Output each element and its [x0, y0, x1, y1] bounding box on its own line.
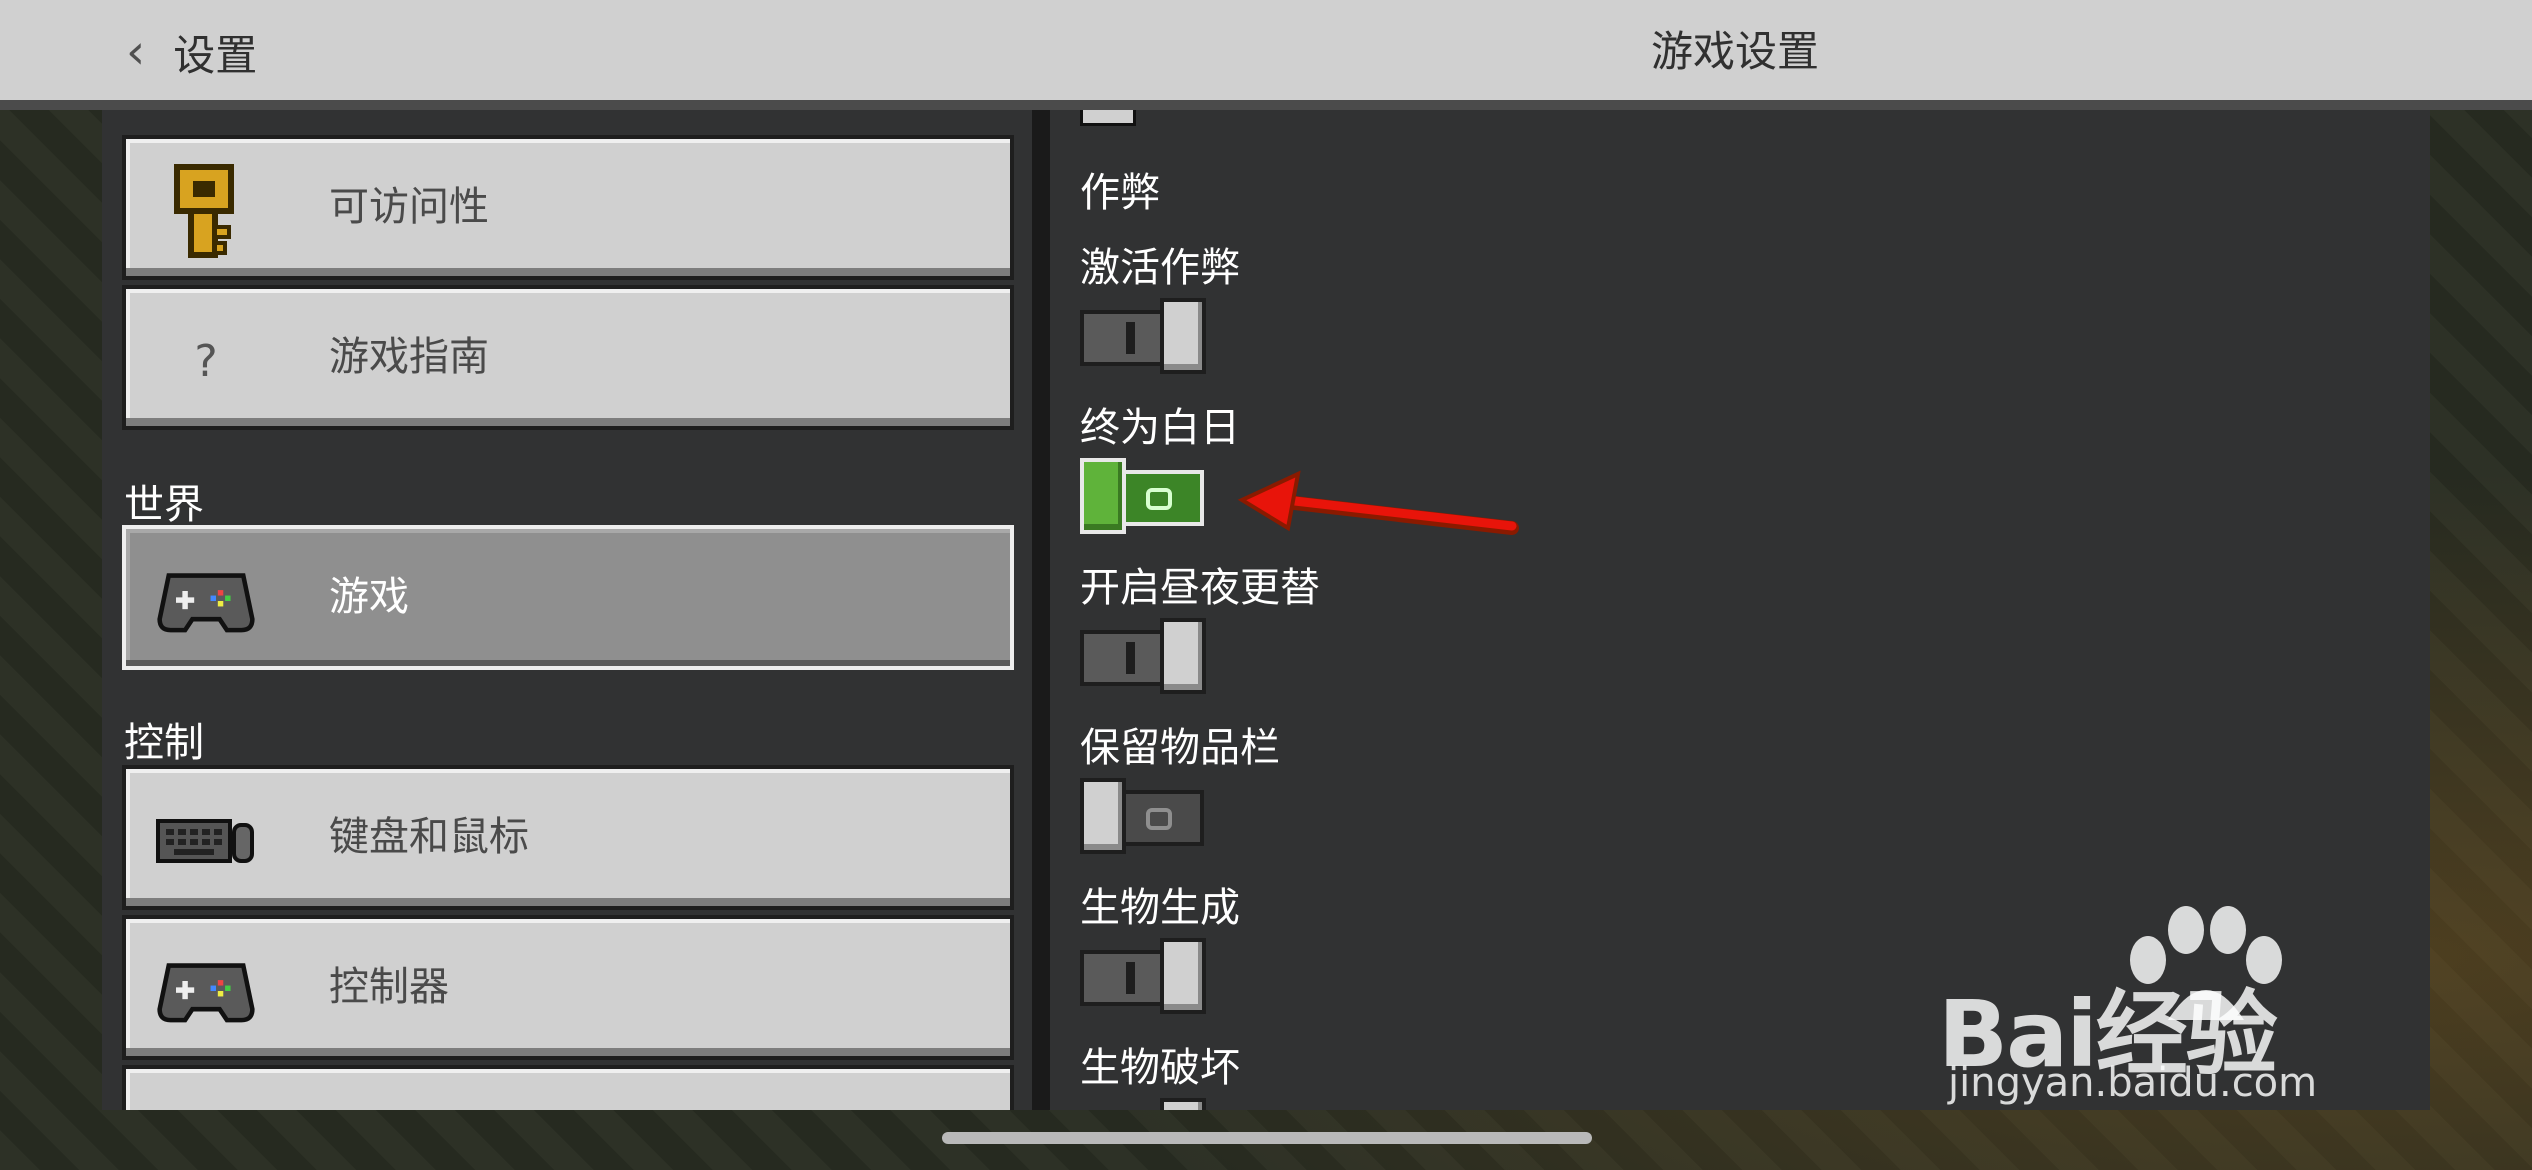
toggle-knob [1160, 1098, 1206, 1110]
question-glyph: ? [194, 335, 218, 387]
toggle-always-day[interactable] [1080, 458, 1210, 534]
toggle-knob [1160, 298, 1206, 374]
controller-icon [156, 941, 256, 1041]
toggle-mob-griefing[interactable] [1080, 1098, 1210, 1110]
question-icon: ? [156, 311, 256, 411]
sidebar-item-partial[interactable] [122, 1065, 1014, 1110]
toggle-label-keep-inventory: 保留物品栏 [1080, 725, 1280, 771]
home-indicator[interactable] [942, 1132, 1592, 1144]
section-title-controls: 控制 [124, 720, 204, 766]
toggle-daylight-cycle[interactable] [1080, 618, 1210, 694]
back-button[interactable]: ‹ 设置 [126, 22, 257, 82]
back-label: 设置 [173, 30, 258, 80]
top-bar: ‹ 设置 游戏设置 [0, 0, 2532, 110]
sidebar-item-controller[interactable]: 控制器 [122, 915, 1014, 1060]
toggle-circle [1146, 808, 1172, 830]
settings-sidebar[interactable]: 可访问性 ? 游戏指南 世界 游戏 控制 键盘和鼠标 控制器 [102, 110, 1032, 1110]
toggle-mark [1126, 642, 1135, 674]
annotation-arrow [1237, 470, 1519, 535]
toggle-label-activate-cheats: 激活作弊 [1080, 245, 1240, 291]
watermark-url: jingyan.baidu.com [1948, 1060, 2318, 1106]
section-title-world: 世界 [124, 482, 204, 528]
toggle-mark [1126, 322, 1135, 354]
sidebar-item-keyboard-mouse[interactable]: 键盘和鼠标 [122, 765, 1014, 910]
toggle-knob [1080, 778, 1126, 854]
toggle-knob [1080, 458, 1126, 534]
toggle-label-daylight-cycle: 开启昼夜更替 [1080, 565, 1320, 611]
sidebar-item-label: 控制器 [329, 964, 449, 1010]
toggle-label-mob-griefing: 生物破坏 [1080, 1045, 1240, 1091]
toggle-mob-spawning[interactable] [1080, 938, 1210, 1014]
sidebar-item-label: 游戏 [329, 574, 409, 620]
page-title: 游戏设置 [1650, 27, 1819, 76]
toggle-knob [1160, 618, 1206, 694]
chevron-left-icon: ‹ [126, 24, 146, 80]
gamepad-icon [156, 551, 256, 651]
panel-divider [1032, 110, 1050, 1110]
sidebar-item-accessibility[interactable]: 可访问性 [122, 135, 1014, 280]
toggle-keep-inventory[interactable] [1080, 778, 1210, 854]
sidebar-item-label: 可访问性 [329, 184, 489, 230]
key-icon [156, 161, 256, 261]
toggle-mark [1126, 962, 1135, 994]
section-title-cheats: 作弊 [1080, 170, 1160, 216]
toggle-label-always-day: 终为白日 [1080, 405, 1240, 451]
toggle-label-mob-spawning: 生物生成 [1080, 885, 1240, 931]
toggle-knob [1160, 938, 1206, 1014]
sidebar-item-game-guide[interactable]: ? 游戏指南 [122, 285, 1014, 430]
keyboard-mouse-icon [156, 791, 256, 891]
toggle-circle [1146, 488, 1172, 510]
sidebar-item-game[interactable]: 游戏 [122, 525, 1014, 670]
sidebar-item-label: 游戏指南 [329, 334, 489, 380]
watermark: Bai经验 jingyan.baidu.com [1938, 906, 2398, 1120]
toggle-activate-cheats[interactable] [1080, 298, 1210, 374]
toggle-partial-top[interactable] [1080, 110, 1136, 126]
sidebar-item-label: 键盘和鼠标 [329, 814, 529, 860]
